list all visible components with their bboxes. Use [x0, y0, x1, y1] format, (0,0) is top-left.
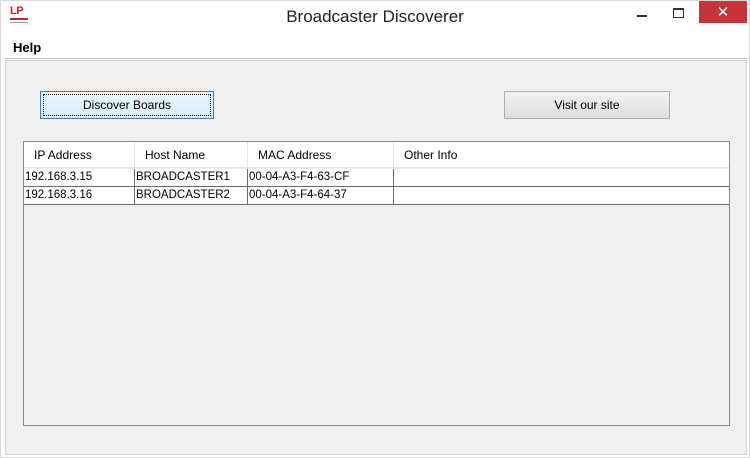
maximize-icon	[672, 8, 684, 18]
minimize-button[interactable]	[627, 1, 657, 25]
discover-boards-button[interactable]: Discover Boards	[40, 91, 214, 119]
title-bar[interactable]: LP Broadcaster Discoverer ✕	[1, 1, 749, 37]
column-header-other[interactable]: Other Info	[394, 142, 729, 168]
focus-rectangle	[43, 94, 211, 116]
app-window: LP Broadcaster Discoverer ✕ Help Discove…	[0, 0, 750, 458]
column-header-host[interactable]: Host Name	[135, 142, 248, 168]
client-area: Discover Boards Visit our site IP Addres…	[5, 60, 747, 455]
minimize-icon	[637, 15, 647, 17]
cell-mac: 00-04-A3-F4-64-37	[248, 187, 394, 204]
list-header: IP Address Host Name MAC Address Other I…	[24, 142, 729, 168]
cell-ip: 192.168.3.16	[24, 187, 135, 204]
close-button[interactable]: ✕	[699, 1, 747, 23]
cell-ip: 192.168.3.15	[24, 169, 135, 186]
table-row[interactable]: 192.168.3.16 BROADCASTER2 00-04-A3-F4-64…	[24, 187, 729, 205]
visit-site-label: Visit our site	[554, 98, 620, 112]
column-header-ip[interactable]: IP Address	[24, 142, 135, 168]
table-row[interactable]: 192.168.3.15 BROADCASTER1 00-04-A3-F4-63…	[24, 169, 729, 187]
column-header-mac[interactable]: MAC Address	[248, 142, 394, 168]
menu-item-help[interactable]: Help	[13, 40, 41, 55]
boards-list[interactable]: IP Address Host Name MAC Address Other I…	[23, 141, 730, 426]
cell-host: BROADCASTER1	[135, 169, 248, 186]
maximize-button[interactable]	[661, 1, 695, 25]
visit-site-button[interactable]: Visit our site	[504, 91, 670, 119]
cell-mac: 00-04-A3-F4-63-CF	[248, 169, 394, 186]
menu-bar: Help	[5, 37, 747, 59]
cell-host: BROADCASTER2	[135, 187, 248, 204]
cell-info	[394, 187, 729, 204]
close-icon: ✕	[716, 3, 730, 21]
cell-info	[394, 169, 729, 186]
